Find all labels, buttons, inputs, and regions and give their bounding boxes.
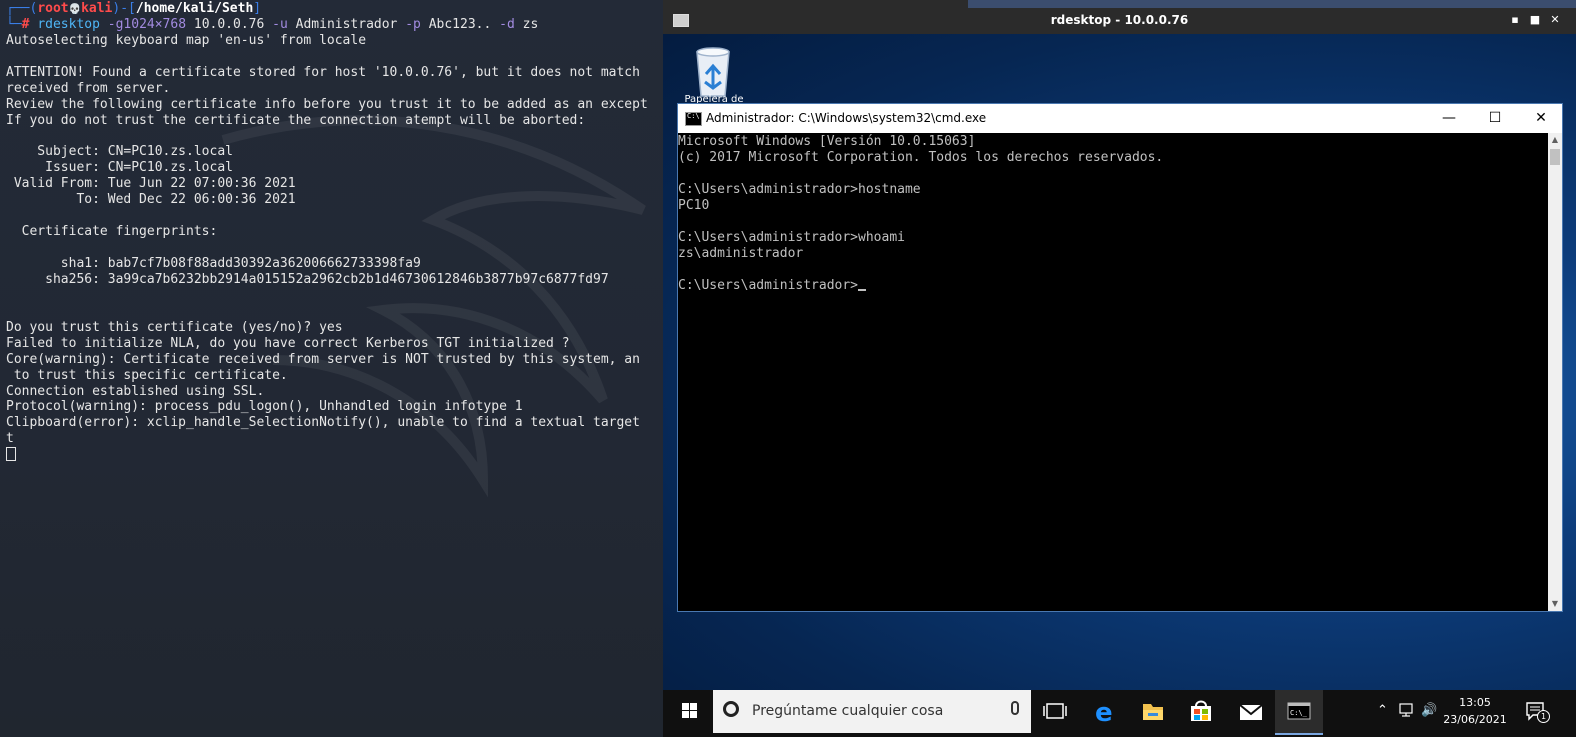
rdesktop-titlebar[interactable]: rdesktop - 10.0.0.76 ▪ ■ ✕	[663, 8, 1576, 34]
rdesktop-window[interactable]: rdesktop - 10.0.0.76 ▪ ■ ✕ Papelera de A…	[663, 0, 1576, 737]
cmd-titlebar[interactable]: Administrador: C:\Windows\system32\cmd.e…	[678, 104, 1562, 133]
svg-text:C:\_: C:\_	[1290, 709, 1308, 717]
file-explorer-button[interactable]	[1129, 690, 1177, 733]
svg-text:e: e	[1095, 698, 1113, 728]
cmd-cursor	[858, 289, 867, 291]
start-button[interactable]	[665, 690, 713, 733]
cmd-maximize-button[interactable]: ☐	[1472, 106, 1518, 130]
prompt-line-1: ┌──(root💀kali)-[/home/kali/Seth]	[6, 1, 262, 16]
tray-expand-icon[interactable]: ⌃	[1377, 703, 1388, 718]
output-line	[6, 129, 648, 145]
prompt-path: /home/kali/Seth	[135, 1, 254, 16]
edge-icon: e	[1095, 698, 1113, 728]
taskbar-search-box[interactable]: Pregúntame cualquier cosa	[713, 690, 1031, 733]
search-placeholder: Pregúntame cualquier cosa	[752, 703, 944, 719]
output-line: sha1: bab7cf7b08f88add30392a362006662733…	[6, 256, 421, 271]
mail-button[interactable]	[1227, 690, 1275, 733]
cmd-line: zs\administrador	[678, 246, 804, 261]
scroll-up-arrow-icon[interactable]: ▲	[1548, 133, 1562, 147]
output-line	[6, 240, 648, 256]
clock-time: 13:05	[1459, 696, 1491, 709]
output-line: Do you trust this certificate (yes/no)? …	[6, 319, 343, 335]
edge-button[interactable]: e	[1081, 690, 1129, 733]
cmd-line: C:\Users\administrador>hostname	[678, 182, 921, 197]
output-line: Protocol(warning): process_pdu_logon(), …	[6, 399, 523, 415]
store-button[interactable]	[1177, 690, 1225, 733]
output-line: Certificate fingerprints:	[6, 224, 218, 240]
cmd-console[interactable]: Microsoft Windows [Versión 10.0.15063] (…	[678, 133, 1548, 611]
microphone-icon[interactable]	[1011, 701, 1019, 715]
taskbar-clock[interactable]: 13:05 23/06/2021	[1443, 694, 1507, 728]
output-line: If you do not trust the certificate the …	[6, 112, 586, 128]
output-line: Connection established using SSL.	[6, 383, 265, 399]
cmd-taskbar-button[interactable]: C:\_	[1275, 690, 1323, 735]
command-name: rdesktop	[37, 16, 100, 32]
cmd-output: Microsoft Windows [Versión 10.0.15063] (…	[678, 134, 1163, 294]
prompt-line-2: └─# rdesktop -g1024×768 10.0.0.76 -u Adm…	[6, 16, 539, 32]
volume-icon[interactable]: 🔊	[1421, 703, 1437, 718]
network-icon[interactable]	[1399, 702, 1417, 718]
notification-badge: 1	[1537, 710, 1550, 723]
cmd-title: Administrador: C:\Windows\system32\cmd.e…	[706, 111, 987, 125]
scrollbar-thumb[interactable]	[1550, 149, 1560, 165]
scroll-down-arrow-icon[interactable]: ▼	[1548, 597, 1562, 611]
output-line: Failed to initialize NLA, do you have co…	[6, 335, 570, 351]
task-view-button[interactable]	[1031, 690, 1079, 733]
cmd-line: PC10	[678, 198, 710, 213]
cmd-line	[678, 262, 1163, 278]
output-line: Issuer: CN=PC10.zs.local	[6, 160, 233, 176]
rdesktop-minimize-button[interactable]: ▪	[1508, 13, 1522, 27]
cmd-line: C:\Users\administrador>whoami	[678, 230, 905, 245]
cmd-scrollbar[interactable]: ▲ ▼	[1548, 133, 1562, 611]
terminal-output: ┌──(root💀kali)-[/home/kali/Seth] └─# rde…	[6, 1, 648, 463]
output-line: To: Wed Dec 22 06:00:36 2021	[6, 192, 296, 208]
cmd-line	[678, 214, 1163, 230]
output-line: to trust this specific certificate.	[6, 367, 288, 383]
cmd-line: Microsoft Windows [Versión 10.0.15063]	[678, 134, 976, 149]
cmd-prompt-line[interactable]: C:\Users\administrador>	[678, 278, 1163, 294]
rdesktop-title: rdesktop - 10.0.0.76	[1050, 13, 1189, 27]
output-line: sha256: 3a99ca7b6232bb2914a015152a2962cb…	[6, 271, 609, 287]
output-line	[6, 49, 648, 65]
skull-icon: 💀	[68, 4, 82, 15]
mail-icon	[1239, 704, 1263, 720]
output-line: Review the following certificate info be…	[6, 96, 648, 112]
output-line: received from server.	[6, 80, 171, 96]
output-line	[6, 208, 648, 224]
terminal-cursor-line[interactable]	[6, 447, 648, 463]
output-line: Subject: CN=PC10.zs.local	[6, 144, 233, 160]
output-line	[6, 304, 648, 320]
cmd-line	[678, 166, 1163, 182]
folder-icon	[1143, 704, 1163, 720]
windows-logo-icon	[682, 703, 697, 718]
store-icon	[1191, 700, 1211, 721]
cmd-window[interactable]: Administrador: C:\Windows\system32\cmd.e…	[677, 103, 1563, 612]
kali-terminal[interactable]: ┌──(root💀kali)-[/home/kali/Seth] └─# rde…	[0, 0, 663, 737]
output-line: ATTENTION! Found a certificate stored fo…	[6, 64, 640, 80]
windows-desktop[interactable]: Papelera de Administrador: C:\Windows\sy…	[663, 34, 1576, 690]
rdesktop-close-button[interactable]: ✕	[1548, 13, 1562, 27]
output-line	[6, 288, 648, 304]
prompt-host: kali	[81, 1, 113, 16]
cmd-icon[interactable]	[685, 112, 702, 126]
cmd-prompt: C:\Users\administrador>	[678, 278, 859, 293]
rdesktop-top-strip	[663, 0, 1576, 8]
output-line: Autoselecting keyboard map 'en-us' from …	[6, 32, 367, 48]
prompt-user: root	[37, 1, 69, 16]
action-center-button[interactable]: 1	[1525, 700, 1550, 723]
cortana-icon	[723, 701, 739, 717]
output-line: t	[6, 431, 14, 447]
output-line: Clipboard(error): xclip_handle_Selection…	[6, 415, 640, 431]
cmd-close-button[interactable]: ✕	[1518, 106, 1564, 130]
windows-taskbar: Pregúntame cualquier cosa e C:\_ ⌃ 🔊 13:…	[663, 690, 1576, 737]
task-view-icon	[1043, 703, 1067, 719]
cmd-minimize-button[interactable]: —	[1426, 106, 1472, 130]
clock-date: 23/06/2021	[1443, 713, 1507, 726]
cmd-line: (c) 2017 Microsoft Corporation. Todos lo…	[678, 150, 1164, 165]
cmd-taskbar-icon: C:\_	[1287, 702, 1311, 720]
rdesktop-maximize-button[interactable]: ■	[1528, 13, 1542, 27]
output-line: Core(warning): Certificate received from…	[6, 351, 640, 367]
output-line: Valid From: Tue Jun 22 07:00:36 2021	[6, 176, 296, 192]
terminal-cursor	[6, 447, 16, 462]
